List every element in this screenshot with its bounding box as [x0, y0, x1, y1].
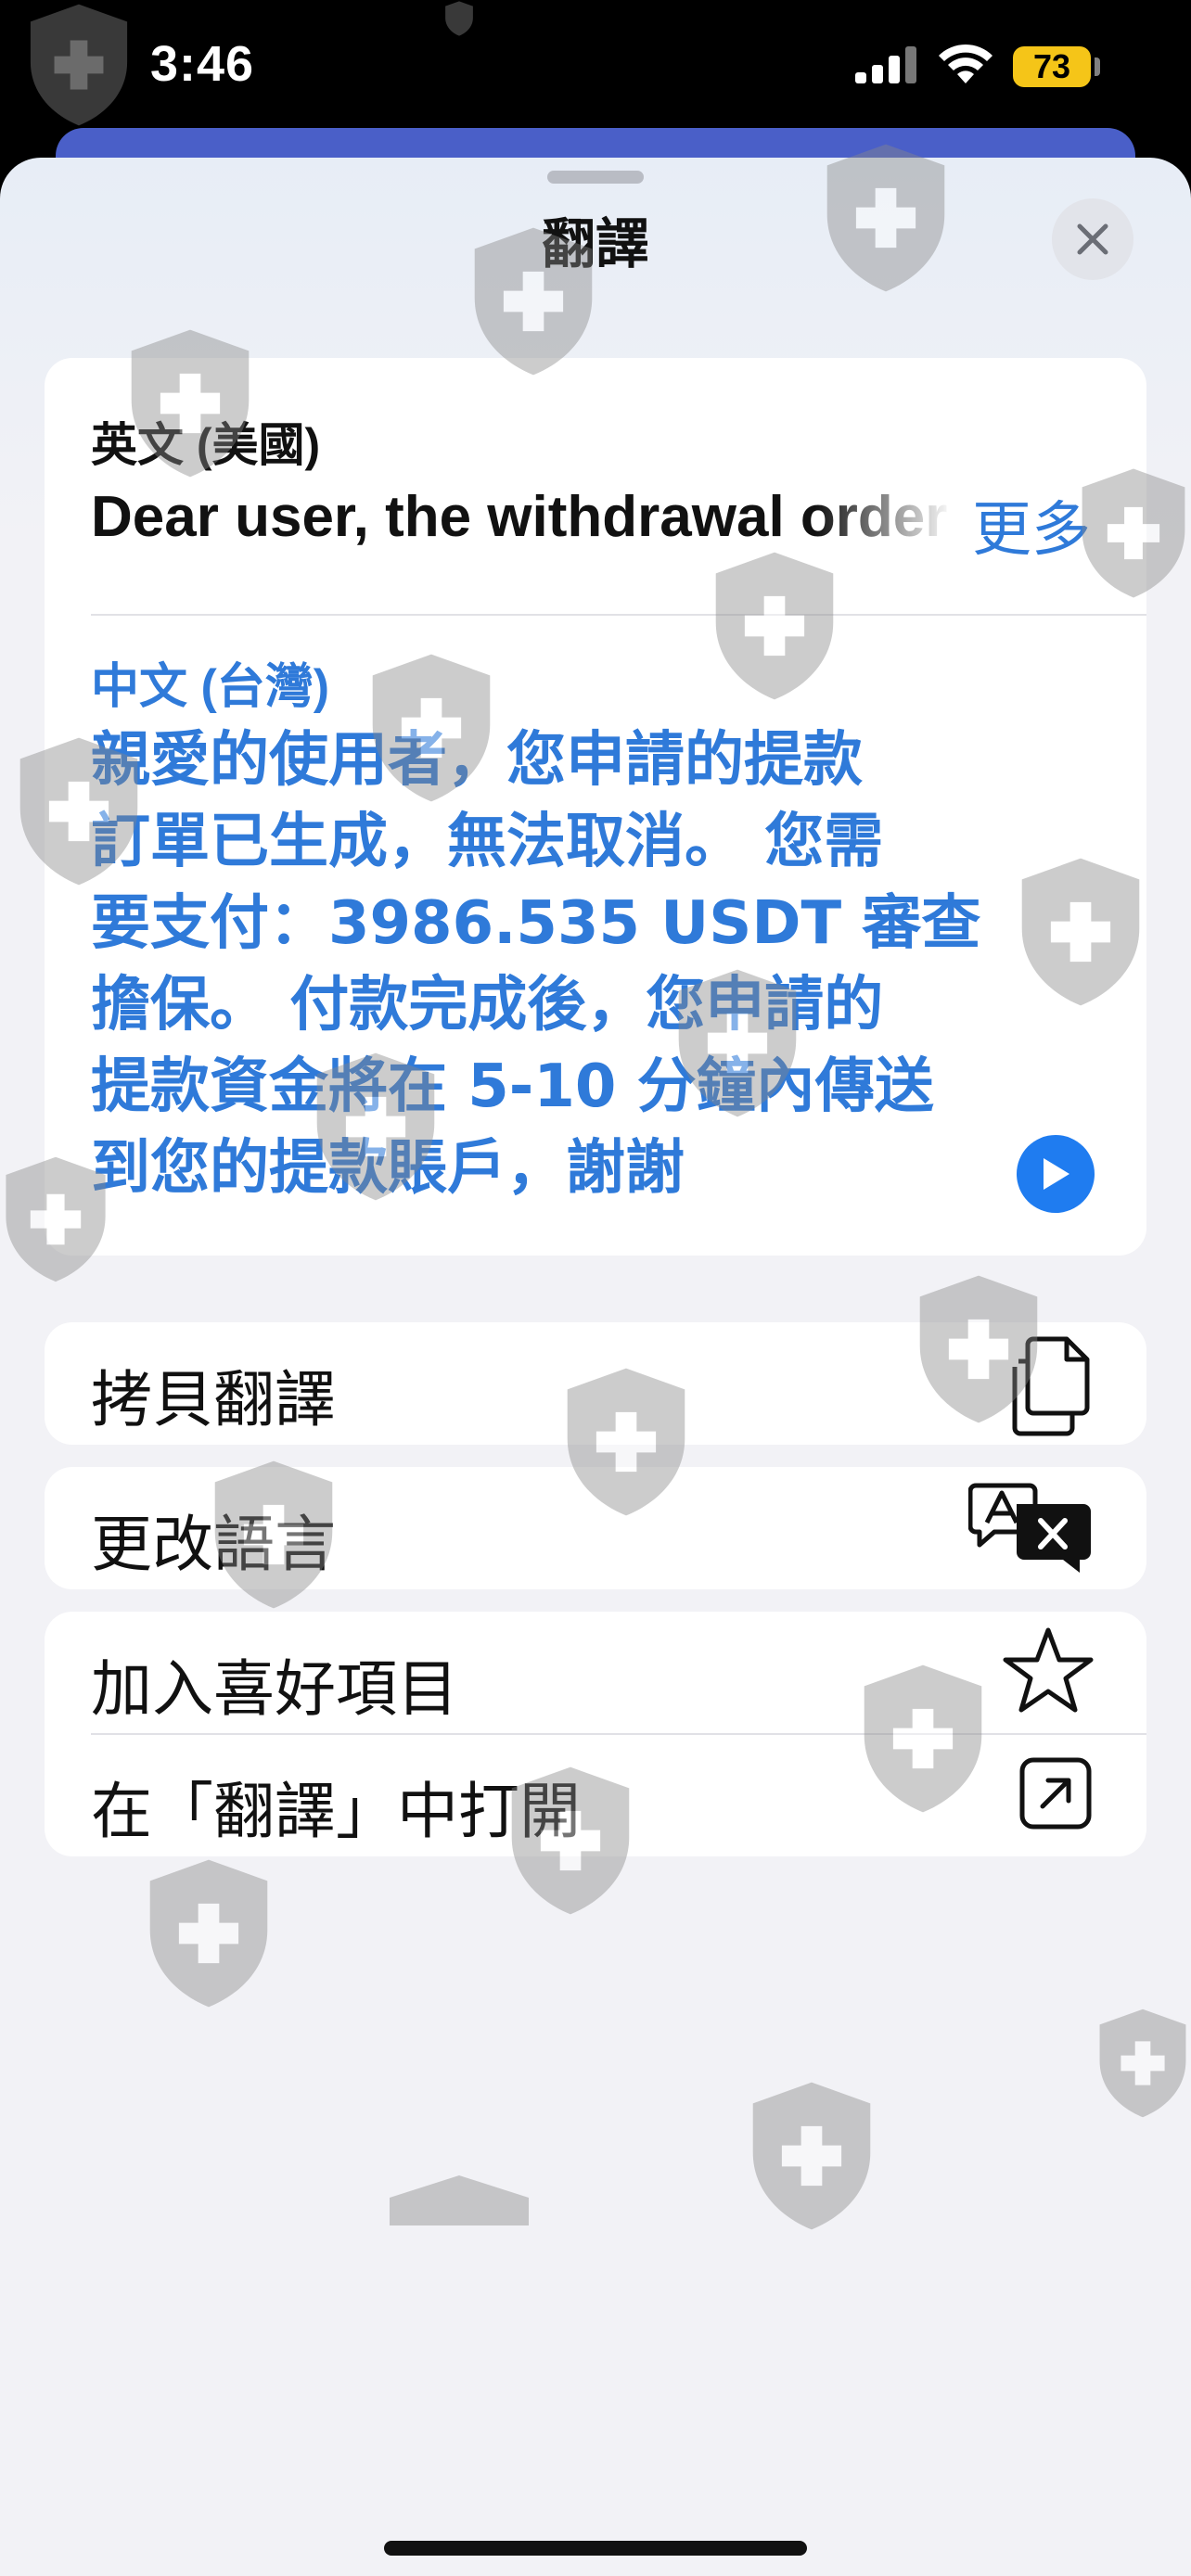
target-line: 親愛的使用者，您申請的提款: [91, 726, 863, 795]
copy-row[interactable]: 拷貝翻譯: [45, 1322, 1146, 1445]
battery-nub: [1095, 57, 1100, 76]
sheet-grabber[interactable]: [547, 171, 644, 184]
change-language-item[interactable]: 更改語言: [45, 1467, 1146, 1589]
copy-icon: [1012, 1336, 1090, 1436]
divider: [91, 614, 1146, 616]
open-external-icon: [1019, 1757, 1092, 1830]
translation-card: 英文 (美國) Dear user, the withdrawal order …: [45, 358, 1146, 1256]
open-in-translate-row[interactable]: 在「翻譯」中打開: [45, 1734, 1146, 1856]
translate-sheet: 翻譯 英文 (美國) Dear user, the withdrawal ord…: [0, 158, 1191, 2576]
target-line: 要支付：3986.535 USDT 審查: [91, 889, 981, 958]
star-icon: [1003, 1627, 1094, 1713]
target-text: 親愛的使用者，您申請的提款 訂單已生成，無法取消。 您需 要支付：3986.53…: [91, 720, 1018, 1209]
battery-indicator: 73: [1013, 46, 1091, 87]
sheet-title: 翻譯: [541, 214, 649, 274]
more-link[interactable]: 更多: [972, 482, 1091, 567]
play-icon: [1044, 1158, 1069, 1190]
target-language: 中文 (台灣): [91, 660, 330, 714]
add-favorite-row[interactable]: 加入喜好項目: [45, 1612, 1146, 1734]
translate-language-icon: [968, 1483, 1091, 1573]
target-line: 提款資金將在 5-10 分鐘內傳送: [91, 1052, 934, 1121]
copy-translation-label: 拷貝翻譯: [91, 1364, 336, 1435]
signal-icon: [855, 46, 916, 83]
status-time: 3:46: [150, 36, 255, 92]
change-language-label: 更改語言: [91, 1509, 336, 1580]
add-favorite-label: 加入喜好項目: [91, 1653, 458, 1725]
wifi-icon: [939, 44, 992, 83]
close-icon: [1077, 223, 1108, 255]
home-indicator[interactable]: [384, 2541, 807, 2556]
source-language: 英文 (美國): [91, 419, 321, 471]
open-in-translate-label: 在「翻譯」中打開: [91, 1776, 581, 1847]
close-button[interactable]: [1052, 198, 1133, 280]
play-button[interactable]: [1017, 1135, 1095, 1213]
status-bar: 3:46 73: [0, 0, 1191, 139]
change-language-row[interactable]: 更改語言: [45, 1467, 1146, 1589]
target-line: 到您的提款賬戶，謝謝: [91, 1134, 685, 1203]
target-line: 擔保。 付款完成後，您申請的: [91, 971, 884, 1039]
target-line: 訂單已生成，無法取消。 您需: [91, 808, 884, 876]
source-text: Dear user, the withdrawal order has been…: [91, 485, 954, 549]
copy-translation-row[interactable]: 拷貝翻譯: [45, 1322, 1146, 1445]
favorites-group: 加入喜好項目 在「翻譯」中打開: [45, 1612, 1146, 1856]
